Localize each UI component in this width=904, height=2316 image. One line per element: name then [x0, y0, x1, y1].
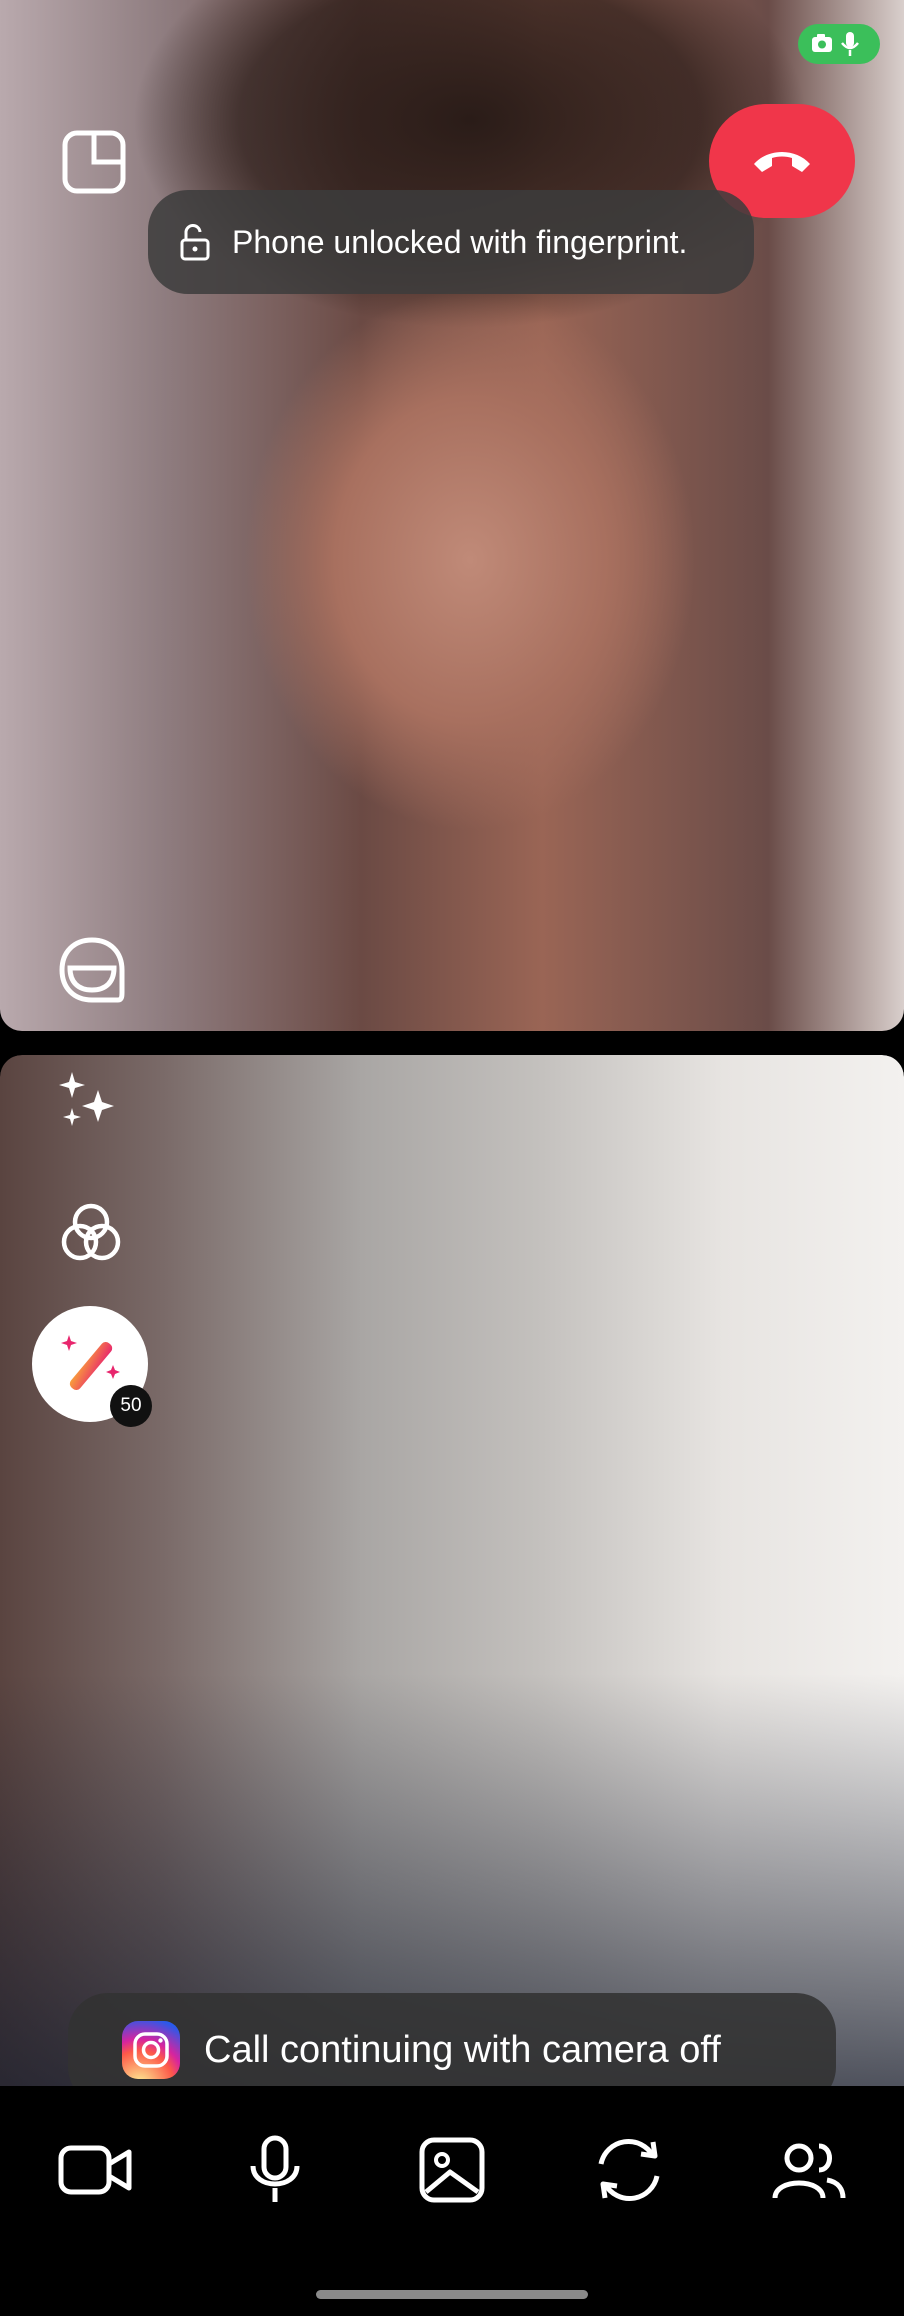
- toggle-microphone-button[interactable]: [230, 2135, 320, 2205]
- share-media-button[interactable]: [407, 2135, 497, 2205]
- camera-off-toast-text: Call continuing with camera off: [204, 2028, 721, 2071]
- home-indicator[interactable]: [316, 2290, 588, 2299]
- privacy-indicator: [798, 24, 880, 64]
- microphone-icon: [841, 32, 859, 56]
- filters-icon: [61, 1203, 121, 1261]
- effects-count-badge: 50: [110, 1385, 152, 1427]
- self-view-shade: [0, 1055, 904, 2086]
- magic-wand-icon: [61, 1335, 120, 1391]
- fingerprint-toast: Phone unlocked with fingerprint.: [148, 190, 754, 294]
- flip-camera-button[interactable]: [584, 2135, 674, 2205]
- flip-camera-icon: [598, 2138, 660, 2202]
- toggle-camera-button[interactable]: [50, 2135, 140, 2205]
- video-camera-icon: [58, 2145, 132, 2195]
- hang-up-icon: [754, 152, 810, 172]
- sticker-icon: [59, 937, 125, 1003]
- camera-icon: [812, 32, 859, 56]
- pip-icon: [62, 130, 126, 194]
- filters-button[interactable]: [54, 1196, 128, 1270]
- sparkles-icon: [59, 1072, 114, 1126]
- ai-effects-button[interactable]: [54, 1066, 124, 1136]
- instagram-icon: [122, 2021, 180, 2079]
- participants-button[interactable]: [764, 2135, 854, 2205]
- unlock-icon: [180, 224, 210, 261]
- self-view-video[interactable]: [0, 1055, 904, 2086]
- fingerprint-toast-text: Phone unlocked with fingerprint.: [232, 223, 688, 260]
- microphone-icon: [250, 2135, 300, 2202]
- media-image-icon: [419, 2137, 485, 2203]
- participants-icon: [772, 2143, 846, 2199]
- sticker-button[interactable]: [52, 930, 132, 1010]
- pip-button[interactable]: [56, 124, 132, 200]
